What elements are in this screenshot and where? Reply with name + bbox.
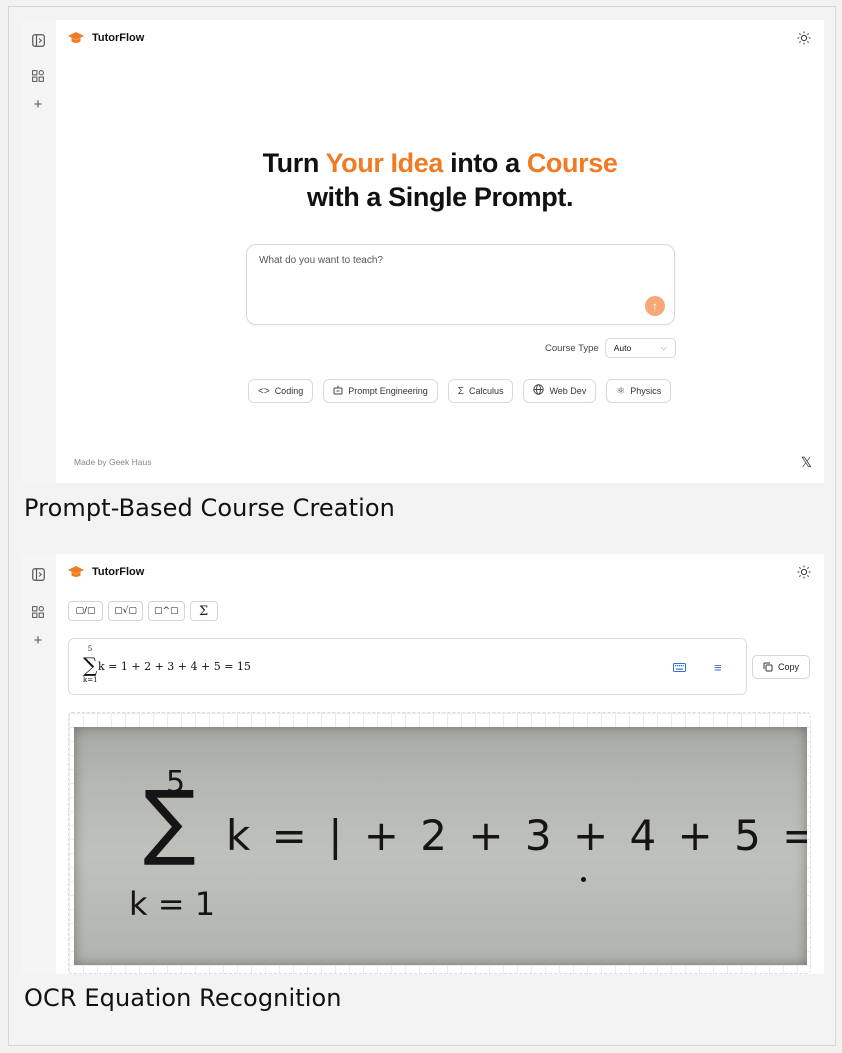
graduation-cap-icon: [68, 566, 84, 577]
chip-coding[interactable]: <> Coding: [248, 379, 314, 403]
chip-web-dev[interactable]: Web Dev: [523, 379, 597, 403]
sum-button[interactable]: Σ: [189, 601, 218, 621]
math-toolbar: ▢/▢ ▢√▢ ▢^▢ Σ: [68, 601, 218, 621]
root-button[interactable]: ▢√▢: [108, 601, 143, 621]
chip-label: Coding: [274, 386, 304, 396]
robot-icon: [333, 385, 343, 398]
sun-icon[interactable]: [796, 564, 812, 580]
chip-prompt-engineering[interactable]: Prompt Engineering: [323, 379, 438, 403]
course-type-value: Auto: [613, 343, 632, 353]
caption-prompt-course: Prompt-Based Course Creation: [24, 494, 395, 522]
brand[interactable]: TutorFlow: [68, 566, 144, 578]
sidebar-toggle-icon[interactable]: [30, 32, 46, 48]
arrow-up-icon: ↑: [652, 299, 658, 313]
brand-name: TutorFlow: [92, 32, 145, 44]
ocr-panel: + TutorFlow ▢/▢ ▢√▢ ▢^▢ Σ 5 ∑ k=1 k = 1 …: [22, 554, 824, 974]
course-type-label: Course Type: [545, 342, 599, 354]
handwriting-canvas[interactable]: 5 ∑ k = | + 2 + 3 + 4 + 5 = |5 k = 1: [68, 712, 811, 974]
chip-label: Calculus: [468, 386, 504, 396]
copy-button[interactable]: Copy: [752, 655, 810, 679]
chip-physics[interactable]: ⚛ Physics: [606, 379, 672, 403]
prompt-input[interactable]: [259, 255, 619, 266]
atom-icon: ⚛: [616, 385, 626, 397]
keyboard-icon[interactable]: [673, 663, 686, 672]
globe-icon: [533, 384, 545, 398]
equation-field[interactable]: 5 ∑ k=1 k = 1 + 2 + 3 + 4 + 5 = 15 ≡: [68, 638, 747, 695]
chip-calculus[interactable]: Σ Calculus: [447, 379, 514, 403]
hero-subline: with a Single Prompt.: [306, 182, 574, 212]
x-logo-icon[interactable]: 𝕏: [801, 454, 812, 471]
caption-ocr: OCR Equation Recognition: [24, 984, 342, 1012]
main-canvas: TutorFlow Turn Your Idea into a Course w…: [56, 20, 824, 483]
sidebar-rail: +: [22, 554, 56, 974]
chevron-down-icon: ⌵: [660, 343, 667, 352]
hero-text: into a: [443, 148, 527, 178]
hw-lower: k = 1: [129, 885, 216, 923]
sidebar-rail: +: [22, 20, 56, 483]
plus-icon[interactable]: +: [30, 96, 46, 112]
fraction-button[interactable]: ▢/▢: [68, 601, 103, 621]
footer-credit[interactable]: Made by Geek Haus: [74, 457, 151, 467]
prompt-box: ↑: [246, 244, 675, 325]
power-button[interactable]: ▢^▢: [148, 601, 185, 621]
hero-title: Turn Your Idea into a Course with a Sing…: [56, 146, 824, 214]
chip-label: Physics: [630, 386, 662, 396]
sum-lower-bound: k=1: [83, 676, 98, 684]
main-canvas: TutorFlow ▢/▢ ▢√▢ ▢^▢ Σ 5 ∑ k=1 k = 1 + …: [56, 554, 824, 974]
hero-text: Turn: [262, 148, 326, 178]
hw-sigma: ∑: [143, 774, 196, 869]
brand-name: TutorFlow: [92, 566, 145, 578]
brand[interactable]: TutorFlow: [68, 32, 144, 44]
ink-dot: [581, 877, 586, 882]
graduation-cap-icon: [68, 32, 84, 43]
send-button[interactable]: ↑: [645, 296, 665, 316]
hero-highlight: Your Idea: [325, 148, 444, 178]
sum-sigma: ∑: [83, 653, 98, 677]
course-type-select[interactable]: Auto ⌵: [604, 338, 676, 358]
equation-expression: k = 1 + 2 + 3 + 4 + 5 = 15: [98, 660, 251, 673]
summation: 5 ∑ k=1: [83, 645, 98, 685]
course-creation-panel: + TutorFlow Turn Your Idea into a Course…: [22, 20, 824, 483]
grid-apps-icon[interactable]: [30, 604, 46, 620]
chip-label: Prompt Engineering: [348, 386, 428, 396]
chip-label: Web Dev: [549, 386, 587, 396]
sidebar-toggle-icon[interactable]: [30, 566, 46, 582]
handwritten-equation-photo: 5 ∑ k = | + 2 + 3 + 4 + 5 = |5 k = 1: [74, 727, 807, 965]
copy-icon: [763, 662, 773, 672]
sigma-icon: Σ: [457, 385, 464, 397]
menu-icon[interactable]: ≡: [714, 660, 722, 675]
course-type: Course Type Auto ⌵: [545, 338, 676, 358]
code-icon: <>: [258, 385, 270, 397]
hw-expression: k = | + 2 + 3 + 4 + 5 = |5: [226, 811, 807, 860]
suggestion-chips: <> Coding Prompt Engineering Σ Calculus We…: [248, 379, 672, 403]
hero-highlight: Course: [526, 148, 618, 178]
grid-apps-icon[interactable]: [30, 68, 46, 84]
plus-icon[interactable]: +: [30, 632, 46, 648]
sun-icon[interactable]: [796, 30, 812, 46]
copy-label: Copy: [777, 662, 799, 672]
